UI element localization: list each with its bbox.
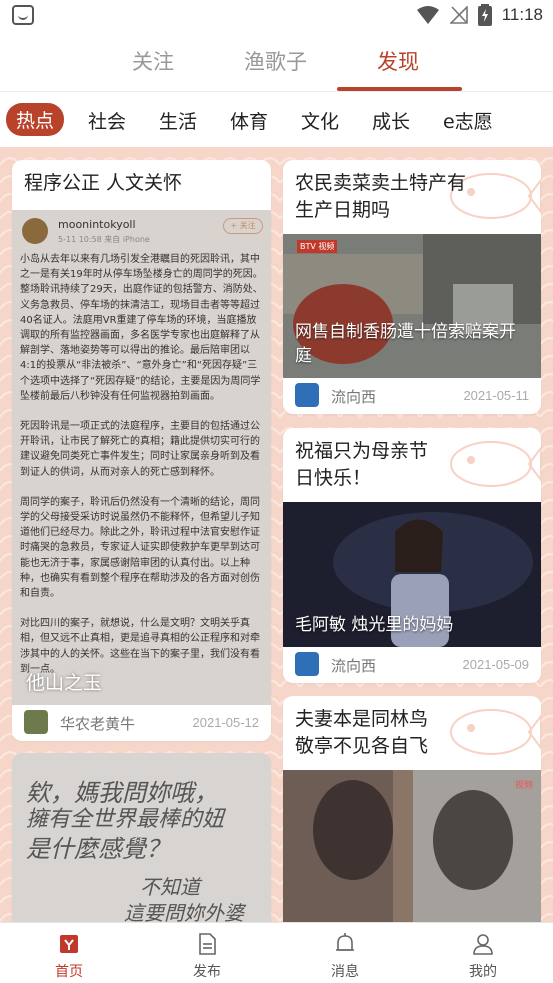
screenshot-body: 小岛从去年以来有几场引发全港瞩目的死因聆讯，其中之一是有关19年时从停车场坠楼身… [20, 252, 263, 692]
category-bar: 热点 社会 生活 体育 文化 成长 e志愿 [0, 97, 553, 143]
post-card[interactable]: 农民卖菜卖土特产有生产日期吗 BTV 视频 网售自制香肠遭十倍索赔案开庭 流向西… [283, 160, 541, 414]
category-culture[interactable]: 文化 [301, 107, 339, 134]
post-footer: 流向西 2021-05-11 [283, 378, 541, 414]
post-image: moonintokyoll 5-11 10:58 来自 iPhone + 关注 … [12, 210, 271, 705]
tab-discover[interactable]: 发现 [377, 46, 419, 76]
screenshot-paragraph: 小岛从去年以来有几场引发全港瞩目的死因聆讯，其中之一是有关19年时从停车场坠楼身… [20, 254, 263, 402]
post-card[interactable]: 祝福只为母亲节日快乐！ 毛阿敏 烛光里的妈妈 流向西 2021-05-09 [283, 428, 541, 683]
video-source-badge: 视频 [514, 781, 533, 791]
post-image: BTV 视频 网售自制香肠遭十倍索赔案开庭 [283, 234, 541, 378]
wifi-icon [416, 6, 439, 24]
home-icon [60, 935, 78, 953]
status-bar: 11:18 [0, 0, 553, 30]
bottom-navigation: 首页 发布 消息 我的 [0, 922, 553, 983]
battery-charging-icon [477, 4, 492, 26]
post-date: 2021-05-11 [463, 388, 529, 403]
feed[interactable]: 程序公正 人文关怀 moonintokyoll 5-11 10:58 来自 iP… [0, 147, 553, 922]
nav-messages[interactable]: 消息 [276, 923, 414, 983]
nav-publish[interactable]: 发布 [138, 923, 276, 983]
handwriting-line: 不知道 [140, 875, 200, 899]
author-name[interactable]: 华农老黄牛 [60, 713, 135, 734]
category-volunteer[interactable]: e志愿 [443, 107, 493, 134]
post-date: 2021-05-12 [192, 715, 260, 730]
post-card[interactable]: 欸，媽我問妳哦， 擁有全世界最棒的妞 是什麼感覺？ 不知道 這要問妳外婆 [12, 753, 271, 922]
post-title: 夫妻本是同林鸟敬亭不见各自飞 [295, 708, 429, 757]
post-footer: 流向西 2021-05-09 [283, 647, 541, 683]
publish-icon [199, 933, 216, 955]
clock: 11:18 [501, 5, 543, 24]
post-image: 毛阿敏 烛光里的妈妈 [283, 502, 541, 647]
active-tab-indicator [337, 87, 462, 91]
handwriting-line: 是什麼感覺？ [26, 835, 170, 863]
post-card[interactable]: 程序公正 人文关怀 moonintokyoll 5-11 10:58 来自 iP… [12, 160, 271, 741]
author-avatar[interactable] [295, 383, 319, 407]
nav-label: 消息 [331, 964, 359, 980]
nav-home[interactable]: 首页 [0, 923, 138, 983]
tab-yugezi[interactable]: 渔歌子 [244, 46, 307, 76]
category-life[interactable]: 生活 [159, 107, 197, 134]
top-tab-bar: 关注 渔歌子 发现 [0, 34, 553, 92]
author-name[interactable]: 流向西 [331, 655, 376, 676]
category-sports[interactable]: 体育 [230, 107, 268, 134]
video-source-badge: BTV 视频 [297, 240, 338, 253]
post-footer: 华农老黄牛 2021-05-12 [12, 705, 271, 741]
post-title: 农民卖菜卖土特产有生产日期吗 [295, 172, 467, 221]
author-avatar[interactable] [295, 652, 319, 676]
avatar [22, 218, 48, 244]
nav-label: 首页 [55, 964, 83, 980]
nav-label: 我的 [469, 964, 497, 980]
screenshot-meta: 5-11 10:58 来自 iPhone [58, 235, 150, 244]
video-thumbnail [283, 770, 541, 922]
screenshot-follow-badge: + 关注 [223, 218, 263, 234]
nav-profile[interactable]: 我的 [414, 923, 552, 983]
image-watermark: 他山之玉 [26, 672, 103, 694]
author-name[interactable]: 流向西 [331, 386, 376, 407]
category-hot[interactable]: 热点 [6, 103, 65, 136]
post-image: 欸，媽我問妳哦， 擁有全世界最棒的妞 是什麼感覺？ 不知道 這要問妳外婆 [12, 753, 271, 922]
app-notification-icon [12, 5, 34, 25]
author-avatar[interactable] [24, 710, 48, 734]
handwriting-line: 這要問妳外婆 [124, 901, 244, 922]
bell-icon [336, 933, 354, 951]
screenshot-username: moonintokyoll [58, 218, 136, 231]
tab-follow[interactable]: 关注 [132, 46, 174, 76]
post-title: 祝福只为母亲节日快乐！ [295, 440, 429, 489]
weibo-screenshot: moonintokyoll 5-11 10:58 来自 iPhone + 关注 … [12, 210, 271, 705]
signal-off-icon [449, 6, 468, 24]
profile-icon [473, 934, 493, 955]
screenshot-paragraph: 死因聆讯是一项正式的法庭程序，主要目的包括通过公开聆讯，让市民了解死亡的真相；籍… [20, 421, 260, 478]
category-growth[interactable]: 成长 [372, 107, 410, 134]
screenshot-paragraph: 周同学的案子，聆讯后仍然没有一个清晰的结论，周同学的父母接受采访时说虽然仍不能释… [20, 496, 260, 600]
image-caption: 毛阿敏 烛光里的妈妈 [295, 615, 454, 635]
category-society[interactable]: 社会 [88, 107, 126, 134]
post-image: 视频 [283, 770, 541, 922]
nav-label: 发布 [193, 964, 221, 980]
image-caption: 网售自制香肠遭十倍索赔案开庭 [295, 322, 516, 366]
post-card[interactable]: 夫妻本是同林鸟敬亭不见各自飞 视频 [283, 696, 541, 922]
post-date: 2021-05-09 [462, 657, 530, 672]
post-title: 程序公正 人文关怀 [24, 172, 183, 194]
